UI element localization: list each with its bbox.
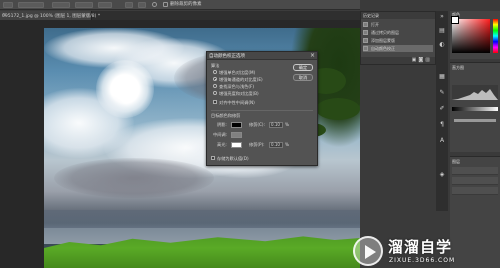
save-default-checkbox[interactable] <box>211 156 215 160</box>
collapse-icon[interactable]: » <box>438 13 446 20</box>
document-tab[interactable]: 095172_1.jpg @ 100% (图层 1, 图层蒙版/8) * × <box>0 11 100 20</box>
layer-row[interactable] <box>452 167 498 175</box>
brush-icon[interactable]: ✎ <box>438 89 446 96</box>
dialog-titlebar[interactable]: 自动颜色校正选项 × <box>207 52 317 60</box>
radio-option-0[interactable] <box>213 70 217 74</box>
algorithms-heading: 算法 <box>211 63 220 68</box>
histogram-panel: 直方图 <box>450 62 500 152</box>
cloud <box>54 158 214 198</box>
history-panel-footer: ▣◙▥ <box>361 57 435 64</box>
history-item-label: 通过拷贝的图层 <box>371 30 399 35</box>
history-panel: 历史记录 打开 通过拷贝的图层 添加图层蒙版 自动颜色校正 ▣◙▥ <box>360 11 436 65</box>
delete-cropped-checkbox[interactable] <box>163 2 168 7</box>
cancel-button[interactable]: 取消 <box>293 74 313 81</box>
shadows-label: 阴影: <box>217 122 227 127</box>
color-picker-field[interactable] <box>452 19 490 53</box>
radio-option-2[interactable] <box>213 84 217 88</box>
save-default-label: 存储为默认值(D) <box>217 156 249 161</box>
trash-icon[interactable]: ▥ <box>425 57 432 63</box>
radio-option-2-label: 查找深色与浅色(F) <box>219 84 254 89</box>
settings-gear-icon[interactable] <box>152 2 157 7</box>
radio-option-3[interactable] <box>213 91 217 95</box>
midtones-label: 中间调: <box>213 132 227 137</box>
height-field[interactable] <box>75 2 93 8</box>
info-icon[interactable]: ▦ <box>438 73 446 80</box>
character-icon[interactable]: A <box>438 137 446 144</box>
auto-color-correction-dialog: 自动颜色校正选项 × 算法 增强单色对比度(M) 增强每通道的对比度(E) 查找… <box>206 51 318 166</box>
history-brush-icon[interactable]: ▤ <box>438 27 446 34</box>
radio-option-1-label: 增强每通道的对比度(E) <box>219 77 263 82</box>
histogram-graph <box>452 85 498 100</box>
history-item[interactable]: 通过拷贝的图层 <box>363 29 433 36</box>
overlay-icon[interactable] <box>138 2 146 8</box>
layers-tab-label: 图层 <box>452 159 460 164</box>
clip1-label: 修剪(C): <box>249 122 265 127</box>
pen-icon[interactable]: ✐ <box>438 105 446 112</box>
photoshop-window: 删除裁剪的像素 095172_1.jpg @ 100% (图层 1, 图层蒙版/… <box>0 0 500 268</box>
history-item-label: 添加图层蒙版 <box>371 38 395 43</box>
tree-foliage <box>316 98 360 120</box>
clear-button[interactable] <box>98 2 112 8</box>
width-field[interactable] <box>52 2 70 8</box>
layer-row[interactable] <box>452 177 498 185</box>
document-icon <box>363 38 368 43</box>
watermark: 溜溜自学 ZIXUE.3D66.COM <box>353 236 500 268</box>
document-icon <box>363 46 368 51</box>
radio-option-0-label: 增强单色对比度(M) <box>219 70 256 75</box>
histogram-shape <box>452 89 498 100</box>
document-icon <box>363 30 368 35</box>
level-slider[interactable] <box>454 119 496 122</box>
ratio-dropdown[interactable] <box>18 2 44 8</box>
history-item-label: 自动颜色校正 <box>371 46 395 51</box>
clip2-label: 修剪(P): <box>249 142 265 147</box>
clip1-input[interactable]: 0.10 <box>269 122 283 128</box>
foreground-color-swatch[interactable] <box>451 16 459 24</box>
layer-row[interactable] <box>452 187 498 195</box>
shadows-color-swatch[interactable] <box>231 122 242 128</box>
highlights-label: 高光: <box>217 142 227 147</box>
close-icon[interactable]: × <box>310 52 315 60</box>
clip1-unit: % <box>285 122 289 127</box>
clip2-input[interactable]: 0.10 <box>269 142 283 148</box>
target-colors-heading: 目标颜色和修剪 <box>211 113 241 118</box>
histogram-tab-label: 直方图 <box>452 65 464 70</box>
document-tab-bar: 095172_1.jpg @ 100% (图层 1, 图层蒙版/8) * × <box>0 11 360 20</box>
tools-strip: » ▤ ◐ ▦ ✎ ✐ ¶ A ◈ <box>436 11 448 211</box>
highlights-color-swatch[interactable] <box>231 142 242 148</box>
straighten-icon[interactable] <box>125 2 133 8</box>
snap-neutral-checkbox[interactable] <box>213 100 217 104</box>
clip2-unit: % <box>285 142 289 147</box>
history-tab-label: 历史记录 <box>363 13 379 18</box>
divider <box>211 110 313 111</box>
text-icon[interactable]: ¶ <box>438 121 446 128</box>
dialog-title: 自动颜色校正选项 <box>209 54 245 59</box>
watermark-url: ZIXUE.3D66.COM <box>389 257 456 264</box>
document-icon <box>363 22 368 27</box>
history-item[interactable]: 添加图层蒙版 <box>363 37 433 44</box>
play-logo-icon <box>353 236 383 266</box>
radio-option-3-label: 增强亮度和对比度(B) <box>219 91 259 96</box>
right-panels: 历史记录 打开 通过拷贝的图层 添加图层蒙版 自动颜色校正 ▣◙▥ » ▤ ◐ … <box>360 0 500 268</box>
radio-option-1[interactable] <box>213 77 217 81</box>
history-panel-header[interactable]: 历史记录 <box>361 12 435 19</box>
history-item[interactable]: 打开 <box>363 21 433 28</box>
tool-preset-picker[interactable] <box>3 2 13 8</box>
ok-button[interactable]: 确定 <box>293 64 313 71</box>
adjust-icon[interactable]: ◐ <box>438 41 446 48</box>
layers-icon[interactable]: ◈ <box>438 171 446 178</box>
midtones-color-swatch[interactable] <box>231 132 242 138</box>
watermark-title: 溜溜自学 <box>388 238 453 256</box>
snap-neutral-label: 对齐中性中间调(N) <box>219 100 255 105</box>
history-item-label: 打开 <box>371 22 379 27</box>
hue-slider[interactable] <box>493 19 498 53</box>
history-item-selected[interactable]: 自动颜色校正 <box>363 45 433 52</box>
delete-cropped-label: 删除裁剪的像素 <box>170 2 202 7</box>
gradient-bar <box>452 107 498 111</box>
close-tab-icon[interactable]: × <box>2 12 89 18</box>
